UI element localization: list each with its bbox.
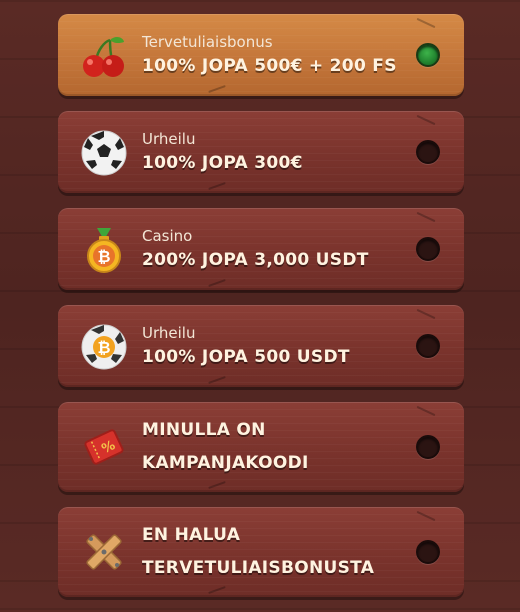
bonus-option-promo-code[interactable]: % MINULLA ON KAMPANJAKOODI	[58, 402, 464, 492]
radio-selected[interactable]	[416, 43, 440, 67]
cherry-icon	[80, 32, 128, 80]
option-title-line1: MINULLA ON	[142, 420, 266, 440]
bonus-option-no-bonus[interactable]: EN HALUA TERVETULIAISBONUSTA	[58, 507, 464, 597]
bonus-options-list: Tervetuliaisbonus 100% JOPA 500€ + 200 F…	[58, 14, 464, 612]
bonus-option-welcome[interactable]: Tervetuliaisbonus 100% JOPA 500€ + 200 F…	[58, 14, 464, 96]
option-title: 200% JOPA 3,000 USDT	[142, 250, 369, 270]
radio-unselected[interactable]	[416, 237, 440, 261]
promo-ticket-icon: %	[80, 423, 128, 471]
radio-unselected[interactable]	[416, 435, 440, 459]
bonus-option-sport-eur[interactable]: Urheilu 100% JOPA 300€	[58, 111, 464, 193]
bonus-option-casino[interactable]: ₿ Casino 200% JOPA 3,000 USDT	[58, 208, 464, 290]
bonus-option-sport-usdt[interactable]: ₿ Urheilu 100% JOPA 500 USDT	[58, 305, 464, 387]
bitcoin-ball-icon: ₿	[80, 323, 128, 371]
svg-text:₿: ₿	[97, 338, 110, 357]
bitcoin-medal-icon: ₿	[80, 226, 128, 274]
option-title: 100% JOPA 300€	[142, 153, 303, 173]
radio-unselected[interactable]	[416, 540, 440, 564]
option-title-line2: TERVETULIAISBONUSTA	[142, 558, 375, 578]
option-title: 100% JOPA 500 USDT	[142, 347, 350, 367]
soccer-ball-icon	[80, 129, 128, 177]
cross-plank-icon	[80, 528, 128, 576]
option-category: Urheilu	[142, 130, 196, 148]
option-title: 100% JOPA 500€ + 200 FS	[142, 56, 397, 76]
svg-text:₿: ₿	[97, 247, 110, 266]
radio-unselected[interactable]	[416, 334, 440, 358]
option-title-line2: KAMPANJAKOODI	[142, 453, 309, 473]
radio-unselected[interactable]	[416, 140, 440, 164]
option-category: Urheilu	[142, 324, 196, 342]
option-title-line1: EN HALUA	[142, 525, 241, 545]
option-category: Casino	[142, 227, 193, 245]
option-category: Tervetuliaisbonus	[142, 33, 273, 51]
